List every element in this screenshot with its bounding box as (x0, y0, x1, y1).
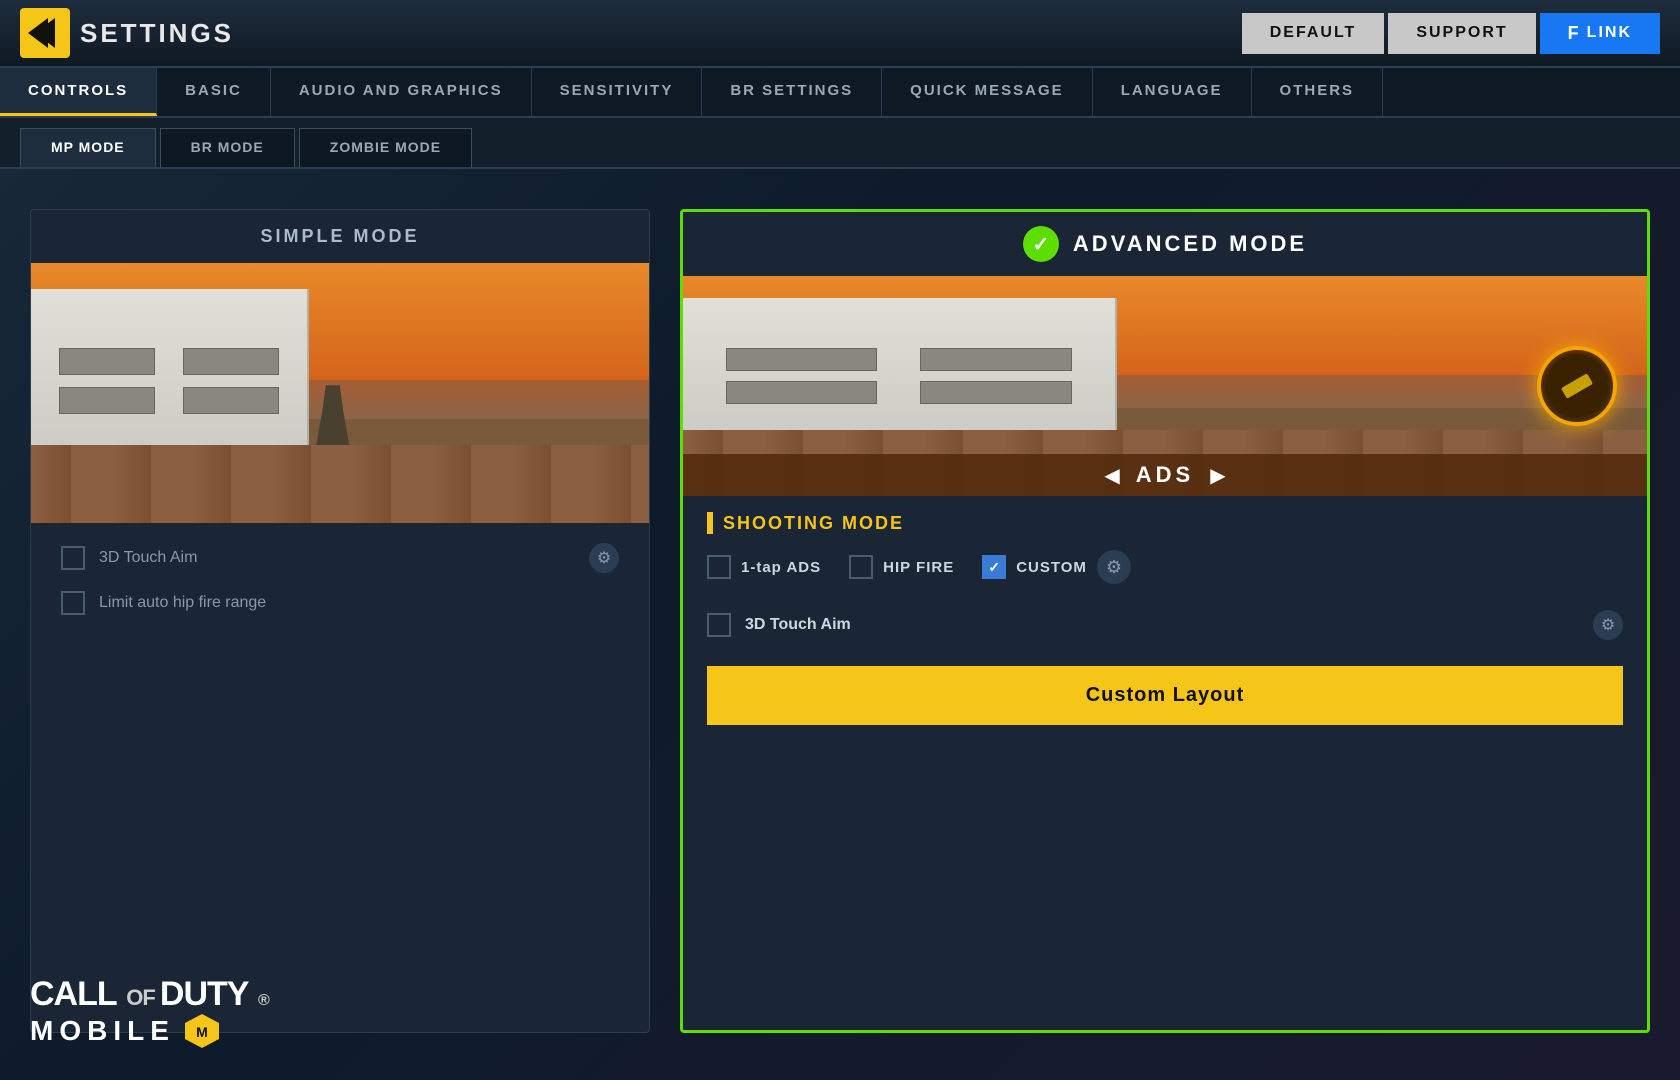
option-limit-hip: Limit auto hip fire range (61, 591, 619, 615)
vent-3 (183, 348, 280, 375)
content-area: SIMPLE MODE (0, 169, 1680, 1073)
simple-mode-card: SIMPLE MODE (30, 209, 650, 1033)
support-button[interactable]: SUPPORT (1388, 13, 1535, 54)
label-hip-fire: HIP FIRE (883, 559, 954, 576)
label-3d-touch-advanced: 3D Touch Aim (745, 616, 1579, 634)
simple-mode-options: 3D Touch Aim ⚙ Limit auto hip fire range (31, 523, 649, 635)
checkbox-custom[interactable]: ✓ (982, 555, 1006, 579)
ads-label: ADS (1136, 462, 1194, 488)
of-text: OF (126, 985, 160, 1010)
sub-tab-zombie-mode[interactable]: ZOMBIE MODE (299, 128, 472, 167)
app-logo-icon (20, 8, 70, 58)
cod-subtitle: MOBILE M (30, 1012, 269, 1050)
label-limit-hip: Limit auto hip fire range (99, 594, 619, 612)
sub-tab-br-mode[interactable]: BR MODE (160, 128, 295, 167)
tab-audio-graphics[interactable]: AUDIO AND GRAPHICS (271, 68, 532, 116)
logo-area: SETTINGS (20, 8, 234, 58)
soldier-silhouette (315, 385, 350, 450)
header: SETTINGS DEFAULT SUPPORT f LINK (0, 0, 1680, 68)
mobile-text: MOBILE (30, 1015, 175, 1047)
link-label: LINK (1587, 24, 1632, 42)
option-3d-touch-advanced: 3D Touch Aim ⚙ (683, 600, 1647, 650)
label-3d-touch-simple: 3D Touch Aim (99, 549, 575, 567)
sub-tabs: MP MODE BR MODE ZOMBIE MODE (0, 118, 1680, 169)
tab-controls[interactable]: CONTROLS (0, 68, 157, 116)
option-hip-fire: HIP FIRE (849, 555, 954, 579)
advanced-mode-title: ADVANCED MODE (1073, 231, 1307, 257)
ground-planks (31, 445, 649, 523)
option-custom: ✓ CUSTOM ⚙ (982, 550, 1131, 584)
option-3d-touch-simple: 3D Touch Aim ⚙ (61, 543, 619, 573)
gear-icon-custom[interactable]: ⚙ (1097, 550, 1131, 584)
adv-vent-3 (920, 348, 1071, 371)
checkbox-1tap-ads[interactable] (707, 555, 731, 579)
svg-text:M: M (196, 1024, 208, 1040)
duty-text: DUTY (160, 975, 249, 1013)
scene-wrapper-simple (31, 263, 649, 523)
aim-indicator (1537, 346, 1617, 426)
section-bar (707, 512, 713, 534)
shooting-mode-section: SHOOTING MODE 1-tap ADS HIP FIRE ✓ CUSTO… (683, 496, 1647, 600)
checkbox-3d-touch-simple[interactable] (61, 546, 85, 570)
ads-arrow-left: ◀ (1104, 463, 1119, 488)
check-circle-icon: ✓ (1023, 226, 1059, 262)
settings-title: SETTINGS (80, 18, 234, 49)
header-buttons: DEFAULT SUPPORT f LINK (1242, 13, 1660, 54)
vent-4 (183, 387, 280, 414)
registered-text: ® (258, 992, 269, 1009)
section-label-shooting: SHOOTING MODE (707, 512, 1623, 534)
vent-1 (59, 348, 156, 375)
tab-others[interactable]: OTHERS (1252, 68, 1384, 116)
adv-vent-1 (726, 348, 877, 371)
adv-vent-4 (920, 381, 1071, 404)
cod-emblem-icon: M (183, 1012, 221, 1050)
tab-basic[interactable]: BASIC (157, 68, 271, 116)
tab-br-settings[interactable]: BR SETTINGS (702, 68, 882, 116)
label-1tap-ads: 1-tap ADS (741, 559, 821, 576)
gear-icon-3d-touch-advanced[interactable]: ⚙ (1593, 610, 1623, 640)
shooting-mode-title: SHOOTING MODE (723, 513, 904, 534)
checkbox-3d-touch-advanced[interactable] (707, 613, 731, 637)
checkbox-limit-hip[interactable] (61, 591, 85, 615)
default-button[interactable]: DEFAULT (1242, 13, 1385, 54)
ads-arrow-right: ▶ (1210, 463, 1225, 488)
tab-quick-message[interactable]: QUICK MESSAGE (882, 68, 1093, 116)
label-custom: CUSTOM (1016, 559, 1087, 576)
advanced-mode-card: ✓ ADVANCED MODE ◀ ADS ▶ (680, 209, 1650, 1033)
cod-title-text: CALL OF DUTY ® (30, 974, 269, 1012)
adv-vent-2 (726, 381, 877, 404)
tab-language[interactable]: LANGUAGE (1093, 68, 1252, 116)
call-text: CALL (30, 975, 117, 1013)
shooting-options: 1-tap ADS HIP FIRE ✓ CUSTOM ⚙ (707, 550, 1623, 584)
cod-logo: CALL OF DUTY ® MOBILE M (30, 974, 269, 1050)
simple-mode-preview (31, 263, 649, 523)
simple-mode-title: SIMPLE MODE (31, 210, 649, 263)
checkbox-hip-fire[interactable] (849, 555, 873, 579)
vent-2 (59, 387, 156, 414)
advanced-mode-preview: ◀ ADS ▶ (683, 276, 1647, 496)
custom-layout-button[interactable]: Custom Layout (707, 666, 1623, 725)
sub-tab-mp-mode[interactable]: MP MODE (20, 128, 156, 167)
aim-bullet (1561, 373, 1593, 398)
facebook-icon: f (1568, 23, 1581, 44)
advanced-title-bar: ✓ ADVANCED MODE (683, 212, 1647, 276)
main-tabs: CONTROLS BASIC AUDIO AND GRAPHICS SENSIT… (0, 68, 1680, 118)
link-button[interactable]: f LINK (1540, 13, 1660, 54)
option-1tap-ads: 1-tap ADS (707, 555, 821, 579)
ads-bar: ◀ ADS ▶ (683, 454, 1647, 496)
tab-sensitivity[interactable]: SENSITIVITY (532, 68, 703, 116)
gear-icon-3d-touch-simple[interactable]: ⚙ (589, 543, 619, 573)
